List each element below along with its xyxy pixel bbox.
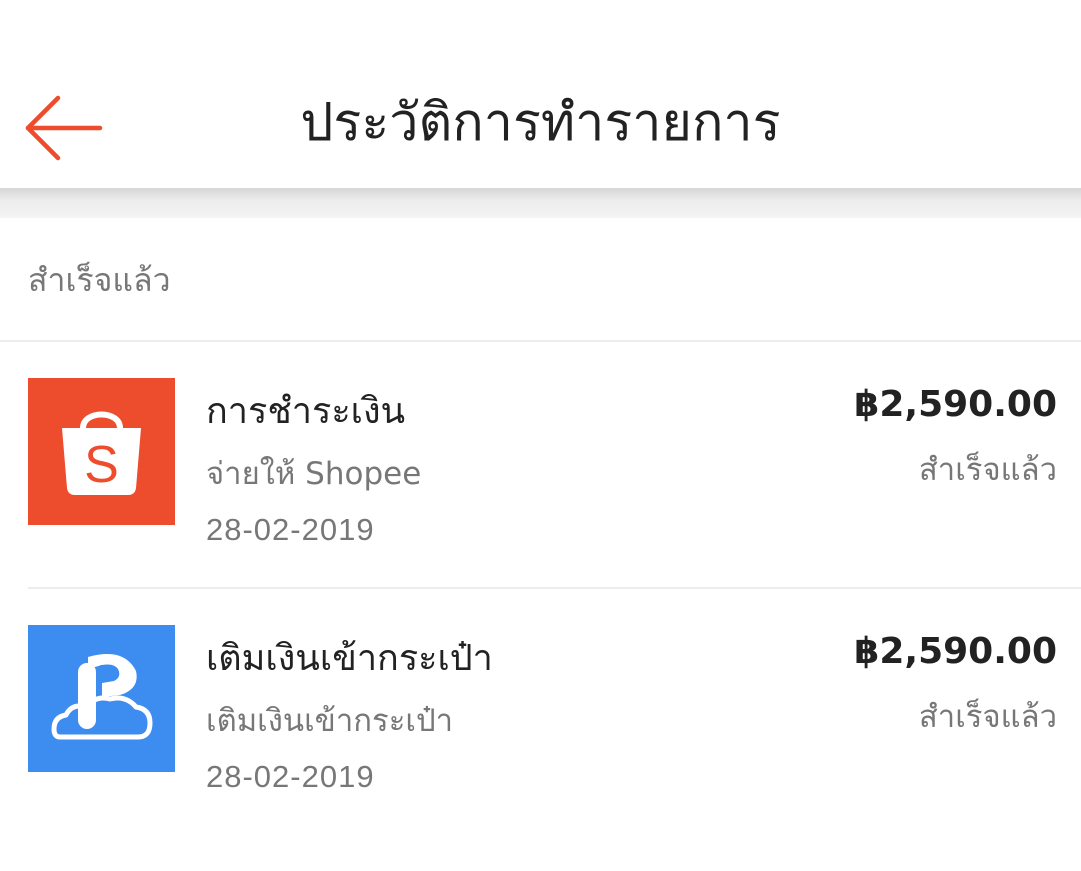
- row-divider: [28, 587, 1081, 589]
- svg-text:S: S: [84, 436, 119, 494]
- transaction-amount: ฿2,590.00: [854, 631, 1057, 672]
- app-header: ประวัติการทำรายการ: [0, 0, 1081, 188]
- transaction-row[interactable]: เติมเงินเข้ากระเป๋า เติมเงินเข้ากระเป๋า …: [0, 625, 1081, 871]
- transaction-date: 28-02-2019: [206, 759, 375, 794]
- transaction-amount: ฿2,590.00: [854, 384, 1057, 425]
- transaction-subtitle: เติมเงินเข้ากระเป๋า: [206, 703, 454, 739]
- section-divider: [0, 340, 1081, 342]
- page-title: ประวัติการทำรายการ: [300, 93, 781, 153]
- wallet-topup-icon: [28, 625, 175, 772]
- transaction-status: สำเร็จแล้ว: [918, 699, 1057, 735]
- transaction-title: เติมเงินเข้ากระเป๋า: [206, 638, 493, 679]
- transaction-title: การชำระเงิน: [206, 391, 406, 432]
- transaction-subtitle: จ่ายให้ Shopee: [206, 456, 422, 492]
- shopee-bag-icon: S: [28, 378, 175, 525]
- transaction-status: สำเร็จแล้ว: [918, 452, 1057, 488]
- transaction-date: 28-02-2019: [206, 512, 375, 547]
- section-label: สำเร็จแล้ว: [28, 261, 171, 299]
- header-shadow: [0, 188, 1081, 218]
